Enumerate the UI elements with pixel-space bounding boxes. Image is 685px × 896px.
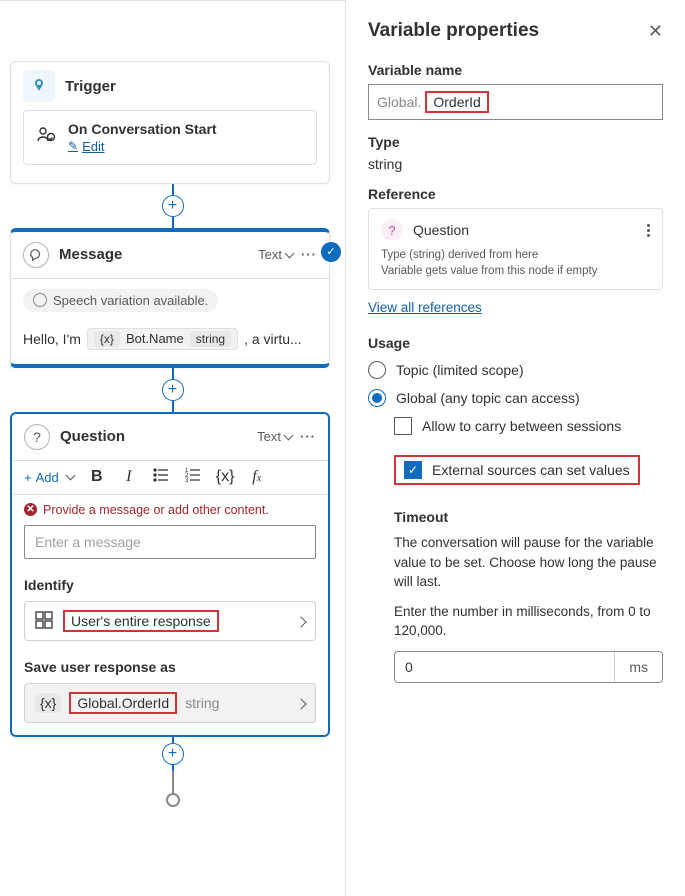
- question-more-button[interactable]: ···: [300, 429, 316, 444]
- add-node-button[interactable]: +: [162, 743, 184, 765]
- chevron-right-icon: [297, 613, 305, 629]
- checkbox-icon: ✓: [404, 461, 422, 479]
- trigger-node[interactable]: Trigger On Conversation Start Edit: [10, 61, 330, 184]
- radio-icon: [368, 361, 386, 379]
- question-mode-dropdown[interactable]: Text: [257, 429, 292, 444]
- question-title: Question: [60, 428, 125, 445]
- identify-value: User's entire response: [63, 610, 219, 632]
- carry-label: Allow to carry between sessions: [422, 418, 621, 434]
- question-icon: ?: [381, 219, 403, 241]
- trigger-sub-title: On Conversation Start: [68, 121, 217, 137]
- message-input[interactable]: Enter a message: [24, 525, 316, 559]
- message-title: Message: [59, 246, 122, 263]
- message-body-prefix: Hello, I'm: [23, 331, 81, 347]
- entity-icon: [35, 611, 55, 631]
- identify-picker[interactable]: User's entire response: [24, 601, 316, 641]
- radio-icon: [368, 389, 386, 407]
- reference-meta-2: Variable gets value from this node if em…: [381, 263, 650, 279]
- question-icon: ?: [24, 424, 50, 450]
- reference-label: Reference: [368, 186, 663, 202]
- save-as-picker[interactable]: {x} Global.OrderId string: [24, 683, 316, 723]
- variable-token[interactable]: {x} Bot.Name string: [87, 328, 238, 350]
- timeout-input[interactable]: 0 ms: [394, 651, 663, 683]
- speech-pill[interactable]: Speech variation available.: [23, 289, 218, 312]
- speech-icon: [33, 293, 47, 307]
- trigger-subcard[interactable]: On Conversation Start Edit: [23, 110, 317, 165]
- type-label: Type: [368, 134, 663, 150]
- usage-topic-label: Topic (limited scope): [396, 362, 524, 378]
- variable-name-label: Variable name: [368, 62, 663, 78]
- message-body-suffix: , a virtu...: [244, 331, 302, 347]
- end-icon: [166, 793, 180, 807]
- save-as-type: string: [185, 695, 219, 711]
- variable-token-type: string: [190, 331, 231, 347]
- message-node[interactable]: ✓ Message Text ··· Speech variation avai…: [10, 228, 330, 368]
- checkbox-icon: [394, 417, 412, 435]
- question-node[interactable]: ? Question Text ··· + Add B I 123 {x}: [10, 412, 330, 737]
- check-icon: ✓: [321, 242, 341, 262]
- variable-icon: {x}: [94, 331, 120, 347]
- view-all-references-link[interactable]: View all references: [368, 300, 482, 315]
- external-label: External sources can set values: [432, 462, 630, 478]
- usage-global-radio[interactable]: Global (any topic can access): [368, 389, 663, 407]
- reference-card[interactable]: ? Question Type (string) derived from he…: [368, 208, 663, 290]
- timeout-description: The conversation will pause for the vari…: [394, 533, 663, 592]
- variable-name-input[interactable]: Global. OrderId: [368, 84, 663, 120]
- usage-label: Usage: [368, 335, 663, 351]
- timeout-unit: ms: [614, 652, 662, 682]
- timeout-hint: Enter the number in milliseconds, from 0…: [394, 602, 663, 641]
- timeout-label: Timeout: [394, 509, 663, 525]
- add-node-button[interactable]: +: [162, 195, 184, 217]
- validation-error: ✕ Provide a message or add other content…: [12, 495, 328, 521]
- timeout-value[interactable]: 0: [395, 652, 614, 682]
- italic-button[interactable]: I: [120, 468, 138, 486]
- variable-token-name: Bot.Name: [126, 331, 184, 346]
- speech-pill-text: Speech variation available.: [53, 293, 208, 308]
- properties-panel: Variable properties ✕ Variable name Glob…: [345, 0, 685, 896]
- usage-topic-radio[interactable]: Topic (limited scope): [368, 361, 663, 379]
- panel-title: Variable properties: [368, 20, 539, 42]
- usage-global-label: Global (any topic can access): [396, 390, 580, 406]
- identify-label: Identify: [12, 571, 328, 599]
- connector: +: [0, 184, 345, 228]
- external-sources-checkbox[interactable]: ✓ External sources can set values: [394, 455, 640, 485]
- rich-text-toolbar: + Add B I 123 {x} fx: [12, 461, 328, 495]
- flow-canvas: Trigger On Conversation Start Edit + ✓: [0, 0, 345, 896]
- reference-item: Question: [413, 222, 469, 238]
- chevron-right-icon: [297, 695, 305, 711]
- message-more-button[interactable]: ···: [301, 247, 317, 262]
- error-icon: ✕: [24, 503, 37, 516]
- close-button[interactable]: ✕: [648, 21, 663, 42]
- trigger-title: Trigger: [65, 78, 116, 95]
- bullet-list-button[interactable]: [152, 467, 170, 488]
- flow-end: [0, 771, 345, 807]
- bold-button[interactable]: B: [88, 468, 106, 486]
- svg-text:3: 3: [185, 478, 189, 483]
- variable-icon: {x}: [35, 693, 61, 713]
- add-button[interactable]: + Add: [24, 470, 74, 485]
- variable-scope: Global.: [377, 94, 421, 110]
- message-mode-dropdown[interactable]: Text: [258, 247, 293, 262]
- conversation-start-icon: [36, 125, 58, 150]
- numbered-list-button[interactable]: 123: [184, 467, 202, 488]
- add-node-button[interactable]: +: [162, 379, 184, 401]
- message-icon: [23, 242, 49, 268]
- edit-trigger-link[interactable]: Edit: [68, 139, 104, 154]
- trigger-icon: [23, 70, 55, 102]
- variable-name-value: OrderId: [425, 91, 488, 113]
- save-as-label: Save user response as: [12, 653, 328, 681]
- save-as-variable: Global.OrderId: [69, 692, 177, 714]
- connector: +: [0, 368, 345, 412]
- reference-more-button[interactable]: [647, 224, 650, 237]
- connector: +: [0, 737, 345, 771]
- insert-variable-button[interactable]: {x}: [216, 468, 234, 486]
- carry-sessions-checkbox[interactable]: Allow to carry between sessions: [394, 417, 663, 435]
- reference-meta-1: Type (string) derived from here: [381, 247, 650, 263]
- type-value: string: [368, 156, 663, 172]
- formula-button[interactable]: fx: [248, 468, 266, 486]
